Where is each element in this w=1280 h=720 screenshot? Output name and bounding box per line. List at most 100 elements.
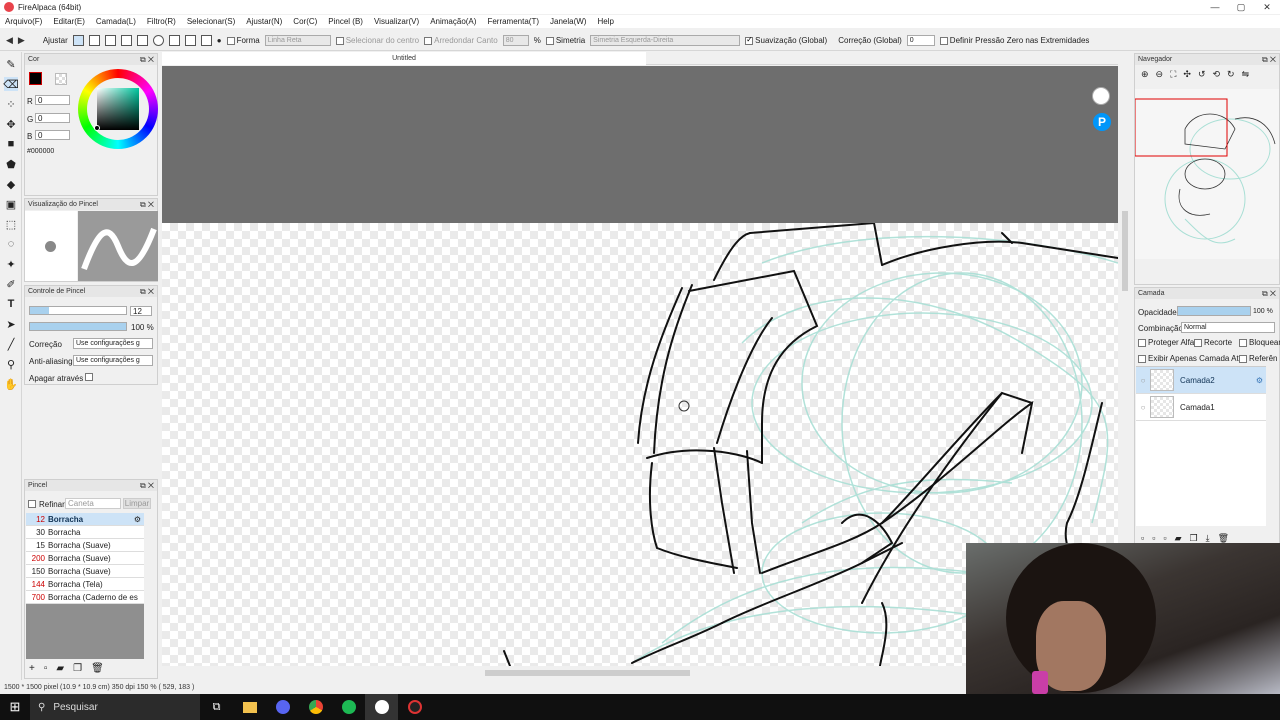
color-wheel[interactable]: [78, 69, 158, 149]
point-icon[interactable]: ●: [217, 36, 222, 45]
list-item[interactable]: 200 Borracha (Suave): [26, 552, 144, 565]
clear-button[interactable]: Limpar: [123, 498, 151, 509]
reference-checkbox[interactable]: [1239, 354, 1247, 363]
chrome-icon[interactable]: [299, 694, 332, 720]
clipping-toggle[interactable]: Recorte: [1194, 338, 1232, 347]
panel-controls[interactable]: ⧉ ✕: [1262, 54, 1276, 65]
firealpaca-icon[interactable]: [365, 694, 398, 720]
list-item[interactable]: 150 Borracha (Suave): [26, 565, 144, 578]
duplicate-icon[interactable]: ❐: [73, 663, 82, 674]
g-input[interactable]: 0: [35, 113, 70, 123]
brush-tool-icon[interactable]: ✎: [4, 57, 18, 71]
brush-size-input[interactable]: 12: [130, 306, 152, 316]
windows-start-icon[interactable]: ⊞: [0, 694, 30, 720]
round-corner-toggle[interactable]: Arredondar Canto: [424, 36, 498, 45]
smoothing-toggle[interactable]: Suavização (Global): [745, 35, 827, 45]
shape-checkbox[interactable]: [226, 36, 235, 45]
protect-alpha-toggle[interactable]: Proteger Alfa: [1138, 338, 1194, 347]
layer-row[interactable]: ○ Camada1: [1136, 394, 1266, 421]
symmetry-checkbox[interactable]: [545, 36, 554, 45]
flip-icon[interactable]: ⇋: [1242, 69, 1250, 80]
correction-select[interactable]: 0: [906, 35, 935, 46]
rotate-right-icon[interactable]: ↻: [1227, 69, 1235, 80]
alpaca-icon[interactable]: [1092, 87, 1110, 105]
dot-tool-icon[interactable]: ⁘: [4, 97, 18, 111]
menu-window[interactable]: Janela(W): [550, 17, 586, 26]
grid-4-icon[interactable]: [104, 35, 116, 46]
layer-settings-icon[interactable]: ⚙: [1256, 376, 1266, 385]
menu-view[interactable]: Visualizar(V): [374, 17, 419, 26]
grid-2-icon[interactable]: [88, 35, 100, 46]
circle-snap-icon[interactable]: [152, 35, 164, 46]
minimize-button[interactable]: —: [1202, 0, 1228, 14]
reset-rotation-icon[interactable]: ⟲: [1213, 69, 1221, 80]
vertical-scroll-thumb[interactable]: [1122, 211, 1128, 291]
menu-file[interactable]: Arquivo(F): [5, 17, 42, 26]
panel-controls[interactable]: ⧉ ✕: [140, 480, 154, 491]
menu-color[interactable]: Cor(C): [293, 17, 317, 26]
lasso-tool-icon[interactable]: ◌: [4, 237, 18, 251]
shape-select[interactable]: Linha Reta: [264, 35, 331, 46]
text-tool-icon[interactable]: T: [4, 297, 18, 311]
primary-color-swatch[interactable]: [29, 72, 42, 85]
operation-tool-icon[interactable]: ➤: [4, 317, 18, 331]
refine-checkbox[interactable]: [28, 500, 36, 508]
erase-through-checkbox[interactable]: [85, 373, 93, 381]
undo-icon[interactable]: ◀: [6, 35, 13, 46]
protect-alpha-checkbox[interactable]: [1138, 338, 1146, 347]
redo-icon[interactable]: ▶: [18, 35, 25, 46]
layer-opacity-slider[interactable]: [1177, 306, 1251, 316]
mesh-icon[interactable]: [184, 35, 196, 46]
horizontal-scroll-thumb[interactable]: [485, 670, 690, 676]
list-item[interactable]: 12 Borracha ⚙: [26, 513, 144, 526]
zoom-in-icon[interactable]: ⊕: [1141, 69, 1149, 80]
gradient-tool-icon[interactable]: ▣: [4, 197, 18, 211]
pressure-checkbox[interactable]: [939, 36, 948, 45]
brush-opacity-slider[interactable]: [29, 322, 127, 331]
visibility-icon[interactable]: ○: [1136, 376, 1150, 385]
blend-select[interactable]: Normal: [1181, 322, 1275, 333]
lock-checkbox[interactable]: [1239, 338, 1247, 347]
trash-icon[interactable]: 🗑: [91, 663, 104, 674]
correction-select[interactable]: Use configurações g: [73, 338, 153, 349]
show-current-only-toggle[interactable]: Exibir Apenas Camada Atu: [1138, 354, 1243, 363]
lines-icon[interactable]: [120, 35, 132, 46]
rotate-left-icon[interactable]: ↺: [1198, 69, 1206, 80]
fill-shape-icon[interactable]: ■: [4, 137, 18, 151]
visibility-icon[interactable]: ○: [1136, 403, 1150, 412]
select-pen-icon[interactable]: ✐: [4, 277, 18, 291]
panel-controls[interactable]: ⧉ ✕: [140, 286, 154, 297]
menu-tool[interactable]: Ferramenta(T): [487, 17, 539, 26]
layer-row[interactable]: ○ Camada2 ⚙: [1136, 367, 1266, 394]
menu-layer[interactable]: Camada(L): [96, 17, 136, 26]
task-view-icon[interactable]: ⧉: [200, 694, 233, 720]
file-explorer-icon[interactable]: [233, 694, 266, 720]
select-center-checkbox[interactable]: [335, 36, 344, 45]
lock-toggle[interactable]: Bloquear: [1239, 338, 1280, 347]
menu-brush[interactable]: Pincel (B): [328, 17, 363, 26]
menu-animation[interactable]: Animação(A): [430, 17, 476, 26]
eyedropper-icon[interactable]: ⚲: [4, 357, 18, 371]
menu-adjust[interactable]: Ajustar(N): [246, 17, 282, 26]
grid-icon[interactable]: [200, 35, 212, 46]
clipping-checkbox[interactable]: [1194, 338, 1202, 347]
b-input[interactable]: 0: [35, 130, 70, 140]
round-corner-input[interactable]: 80: [502, 35, 529, 46]
panel-controls[interactable]: ⧉ ✕: [140, 199, 154, 210]
list-item[interactable]: 30 Borracha: [26, 526, 144, 539]
shape-toggle[interactable]: Forma: [226, 36, 260, 45]
add-brush-icon[interactable]: +: [29, 663, 35, 674]
discord-icon[interactable]: [266, 694, 299, 720]
new-brush-icon[interactable]: ▫: [44, 663, 48, 674]
brush-size-slider[interactable]: [29, 306, 127, 315]
fit-icon[interactable]: ⛶: [1170, 69, 1176, 80]
round-corner-checkbox[interactable]: [424, 36, 433, 45]
close-button[interactable]: ✕: [1254, 0, 1280, 14]
smoothing-checkbox[interactable]: [745, 35, 754, 45]
magic-wand-icon[interactable]: ✦: [4, 257, 18, 271]
show-current-only-checkbox[interactable]: [1138, 354, 1146, 363]
symmetry-select[interactable]: Simetria Esquerda-Direita: [590, 35, 741, 46]
taskbar-search[interactable]: ⚲ Pesquisar: [30, 694, 200, 720]
pressure-toggle[interactable]: Definir Pressão Zero nas Extremidades: [939, 36, 1089, 45]
fill-tool-icon[interactable]: ⬟: [4, 157, 18, 171]
